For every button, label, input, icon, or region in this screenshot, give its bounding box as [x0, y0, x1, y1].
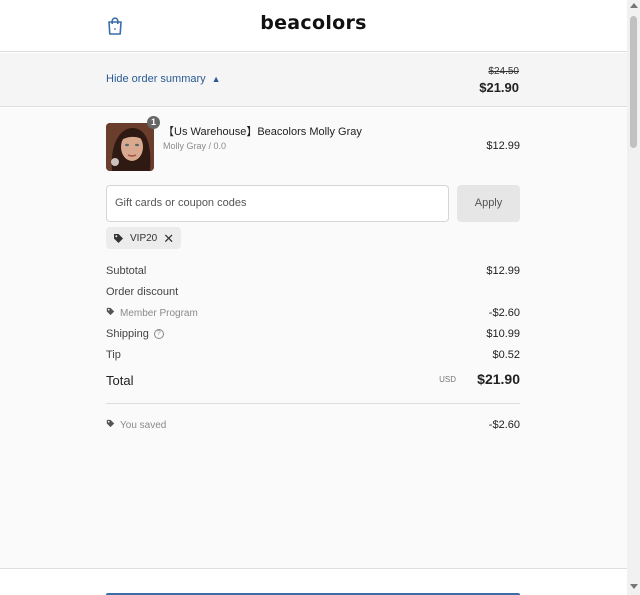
original-total: $24.50 — [488, 66, 519, 77]
shipping-row: Shipping ? $10.99 — [106, 328, 520, 344]
shipping-label: Shipping — [106, 328, 149, 340]
tag-icon — [113, 233, 124, 244]
you-saved-label: You saved — [120, 419, 167, 431]
subtotal-row: Subtotal $12.99 — [106, 265, 520, 281]
order-discount-row: Order discount — [106, 286, 520, 302]
tip-label: Tip — [106, 349, 121, 361]
divider — [106, 403, 520, 404]
scroll-up-icon[interactable] — [630, 3, 638, 8]
tag-icon — [106, 307, 115, 319]
vertical-scrollbar[interactable] — [627, 0, 640, 595]
member-program-value: -$2.60 — [488, 307, 520, 319]
subtotal-value: $12.99 — [486, 265, 520, 277]
scrollbar-thumb[interactable] — [630, 16, 637, 148]
help-icon[interactable]: ? — [153, 329, 164, 339]
product-price: $12.99 — [486, 140, 520, 152]
chevron-up-icon: ▲ — [211, 74, 221, 84]
currency-code: USD — [439, 375, 456, 384]
coupon-code-input[interactable]: Gift cards or coupon codes — [106, 185, 449, 222]
total-label: Total — [106, 373, 134, 388]
product-variant: Molly Gray / 0.0 — [163, 141, 227, 151]
tip-row: Tip $0.52 — [106, 349, 520, 365]
brand-logo[interactable]: beacolors — [0, 12, 627, 34]
line-item: 1 【Us Warehouse】Beacolors Molly Gray Mol… — [106, 116, 520, 171]
applied-code: VIP20 — [130, 232, 158, 244]
hide-order-summary-button[interactable]: Hide order summary ▲ — [106, 73, 221, 85]
site-header: beacolors — [0, 0, 627, 52]
summary-total: $21.90 — [479, 80, 519, 95]
total-value: $21.90 — [477, 371, 520, 387]
remove-code-icon[interactable]: ✕ — [163, 232, 174, 245]
order-summary-toggle-bar: Hide order summary ▲ $24.50 $21.90 — [0, 53, 627, 107]
savings-row: You saved -$2.60 — [106, 419, 520, 435]
member-program-row: Member Program -$2.60 — [106, 307, 520, 323]
brand-name: beacolors — [260, 12, 367, 34]
apply-coupon-button[interactable]: Apply — [457, 185, 520, 222]
hide-order-summary-label: Hide order summary — [106, 73, 206, 85]
product-title: 【Us Warehouse】Beacolors Molly Gray — [163, 126, 362, 138]
applied-discount-chip: VIP20 ✕ — [106, 227, 182, 249]
tip-value: $0.52 — [492, 349, 520, 361]
checkout-page: beacolors Hide order summary ▲ $24.50 $21… — [0, 0, 627, 595]
product-thumbnail — [106, 123, 154, 171]
checkout-footer — [0, 568, 627, 595]
shipping-value: $10.99 — [486, 328, 520, 340]
order-discount-label: Order discount — [106, 286, 179, 298]
total-row: Total USD $21.90 — [106, 371, 520, 391]
member-program-label: Member Program — [120, 307, 198, 319]
scroll-down-icon[interactable] — [630, 584, 638, 589]
quantity-badge: 1 — [147, 116, 160, 129]
order-summary-panel: 1 【Us Warehouse】Beacolors Molly Gray Mol… — [0, 108, 627, 568]
tag-icon — [106, 419, 115, 431]
coupon-placeholder: Gift cards or coupon codes — [115, 197, 247, 209]
you-saved-value: -$2.60 — [488, 419, 520, 431]
subtotal-label: Subtotal — [106, 265, 147, 277]
